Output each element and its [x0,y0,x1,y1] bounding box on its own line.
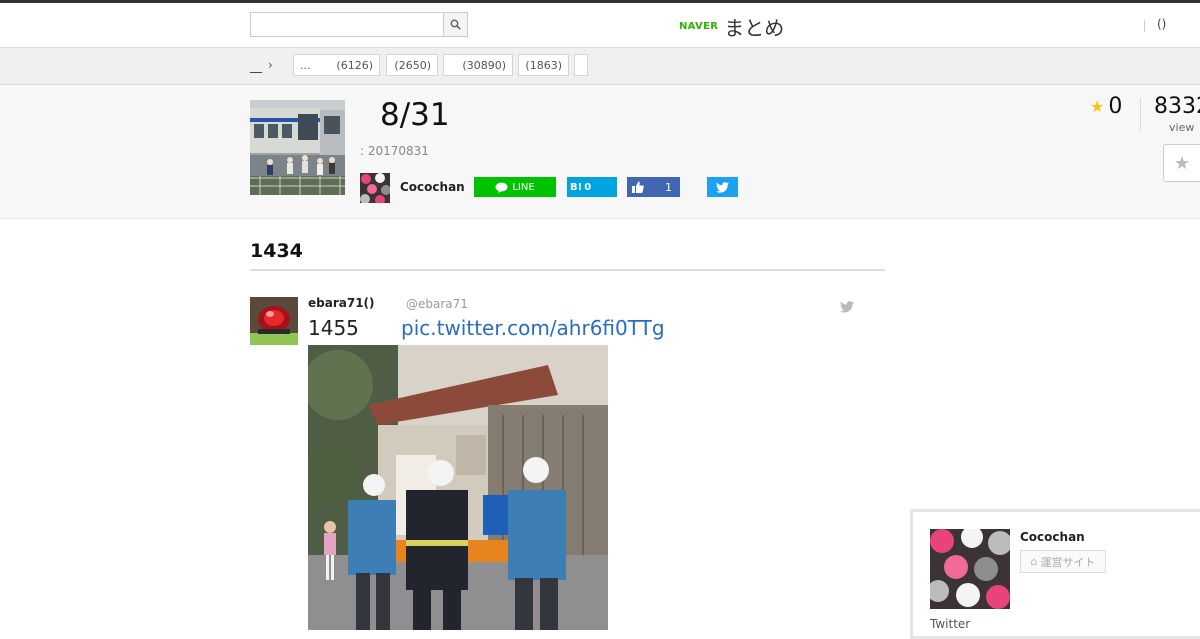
author-name[interactable]: Cocochan [400,180,465,194]
facebook-like-button[interactable]: 1 [627,177,680,197]
site-logo[interactable]: NAVER まとめ [679,12,784,40]
category-count: (30890) [462,58,506,72]
twitter-share-button[interactable] [707,177,738,197]
category-chip[interactable] [574,54,588,76]
tweet-author-handle[interactable]: @ebara71 [406,297,468,311]
avatar [930,529,1010,609]
like-count: 1 [665,180,672,194]
logo-text: まとめ [724,15,785,40]
tweet-author-name[interactable]: ebara71() [308,296,375,310]
author-avatar[interactable] [360,173,390,203]
operating-site-label: 運営サイト [1040,555,1096,569]
logo-brand: NAVER [679,20,719,32]
star-icon: ★ [1090,97,1105,116]
hatena-bookmark-button[interactable]: B! 0 [567,177,617,197]
category-count: (6126) [336,58,373,72]
breadcrumb-home[interactable]: __ [250,59,262,73]
summary-thumbnail[interactable] [250,100,345,195]
card-author-avatar[interactable] [930,529,1010,609]
favorite-count-display: ★ 0 [1090,94,1122,119]
avatar [360,173,390,203]
search-icon [450,19,461,30]
card-twitter-label[interactable]: Twitter [930,617,970,631]
train-photo [250,100,345,195]
tweet-photo[interactable] [308,345,608,630]
search-input[interactable] [251,13,445,36]
favorite-count: 0 [1108,94,1123,119]
add-favorite-button[interactable]: ★ [1163,144,1200,182]
category-label: ... [300,58,311,72]
card-author-name[interactable]: Cocochan [1020,530,1085,544]
star-outline-icon: ★ [1174,152,1191,174]
matome-summary: 8/31 : 20170831 Cocochan LINE B! 0 1 ★ 0… [0,85,1200,219]
author-card: Cocochan ⌂ 運営サイト Twitter [910,509,1200,639]
header-login-link[interactable]: () [1157,17,1166,31]
rescue-photo [308,345,608,630]
operating-site-button[interactable]: ⌂ 運営サイト [1020,550,1106,573]
home-icon: ⌂ [1030,555,1038,568]
view-label: view [1169,121,1195,134]
tweet-text: 1455 [308,316,359,340]
chevron-right-icon: › [268,58,273,72]
category-bar: __ › ... (6126) (2650) (30890) (1863) [0,48,1200,85]
twitter-icon [716,181,729,193]
line-share-button[interactable]: LINE [474,177,556,197]
category-chip[interactable]: ... (6126) [293,54,380,76]
thumbs-up-icon [632,181,644,193]
view-count: 8332 [1154,94,1200,119]
category-chip[interactable]: (30890) [443,54,513,76]
post-date: : 20170831 [360,144,429,158]
siren-avatar [250,297,298,345]
stat-divider [1140,98,1141,132]
header-divider [1144,20,1145,32]
line-button-label: LINE [512,181,535,193]
tweet-media-link[interactable]: pic.twitter.com/ahr6fi0TTg [401,316,665,340]
line-icon [495,182,508,193]
hatena-icon: B! [570,181,583,193]
hatena-count: 0 [584,181,592,193]
tweet-avatar[interactable] [250,297,298,345]
category-chip[interactable]: (1863) [518,54,569,76]
category-count: (1863) [525,58,562,72]
section-heading: 1434 [250,240,303,262]
twitter-icon[interactable] [840,298,854,317]
search-button[interactable] [443,13,467,36]
category-chip[interactable]: (2650) [386,54,438,76]
site-header: NAVER まとめ () [0,3,1200,48]
page-title: 8/31 [380,97,450,133]
section-divider [250,269,885,271]
category-count: (2650) [394,58,431,72]
search-box [250,12,468,37]
